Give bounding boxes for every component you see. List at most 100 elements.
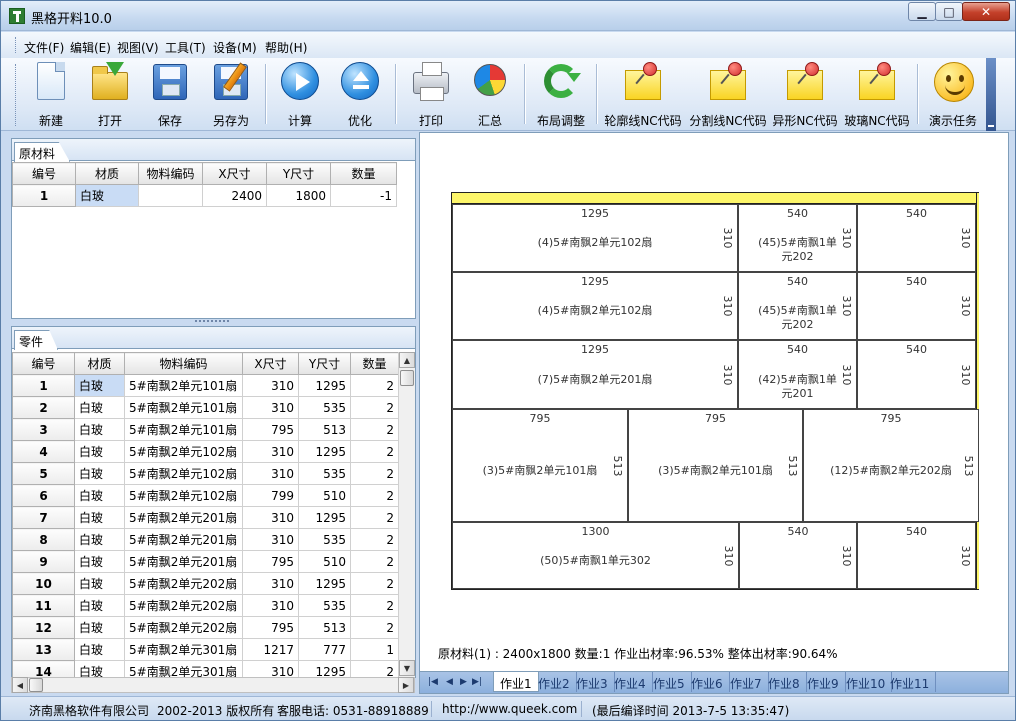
cell-id[interactable]: 3 (12, 418, 75, 441)
cell-y[interactable]: 1800 (266, 184, 331, 207)
cell-qty[interactable]: 2 (350, 418, 399, 441)
cell-id[interactable]: 1 (12, 184, 76, 207)
optimize-button[interactable]: 优化 (338, 62, 382, 128)
layout-part[interactable]: 795 (3)5#南飘2单元101扇 513 (452, 409, 628, 522)
cell-qty[interactable]: 2 (350, 528, 399, 551)
cell-material[interactable]: 白玻 (74, 418, 125, 441)
maximize-button[interactable]: □ (935, 2, 963, 21)
cell-code[interactable]: 5#南飘2单元102扇 (124, 484, 243, 507)
table-row[interactable]: 2 白玻 5#南飘2单元101扇 310 535 2 (12, 396, 399, 419)
cell-y[interactable]: 513 (298, 418, 351, 441)
scroll-down-button[interactable]: ▼ (399, 660, 415, 676)
layout-part[interactable]: 795 (3)5#南飘2单元101扇 513 (628, 409, 803, 522)
cell-id[interactable]: 12 (12, 616, 75, 639)
cell-x[interactable]: 795 (242, 550, 299, 573)
cell-qty[interactable]: 2 (350, 396, 399, 419)
cell-x[interactable]: 799 (242, 484, 299, 507)
cell-x[interactable]: 310 (242, 528, 299, 551)
cell-material[interactable]: 白玻 (74, 550, 125, 573)
cell-y[interactable]: 535 (298, 396, 351, 419)
menu-view[interactable]: 视图(V) (117, 39, 159, 56)
layout-part[interactable]: 1295 (4)5#南飘2单元102扇 310 (452, 204, 738, 272)
cell-qty[interactable]: 2 (350, 484, 399, 507)
title-bar[interactable]: 黑格开料10.0 ▁ □ ✕ (1, 1, 1015, 31)
cell-id[interactable]: 7 (12, 506, 75, 529)
menu-device[interactable]: 设备(M) (213, 39, 257, 56)
table-row[interactable]: 7 白玻 5#南飘2单元201扇 310 1295 2 (12, 506, 399, 529)
tab-job-8[interactable]: 作业8 (762, 672, 807, 692)
cell-code[interactable]: 5#南飘2单元202扇 (124, 594, 243, 617)
cell-id[interactable]: 10 (12, 572, 75, 595)
cell-material[interactable]: 白玻 (74, 506, 125, 529)
cell-code[interactable]: 5#南飘2单元301扇 (124, 638, 243, 661)
table-row[interactable]: 10 白玻 5#南飘2单元202扇 310 1295 2 (12, 572, 399, 595)
layout-part[interactable]: 1300 (50)5#南飘1单元302 310 (452, 522, 739, 589)
cell-x[interactable]: 310 (242, 462, 299, 485)
summary-button[interactable]: 汇总 (468, 61, 512, 128)
cell-qty[interactable]: 2 (350, 550, 399, 573)
cell-x[interactable]: 310 (242, 506, 299, 529)
cell-x[interactable]: 310 (242, 440, 299, 463)
cell-code[interactable]: 5#南飘2单元101扇 (124, 396, 243, 419)
cell-id[interactable]: 2 (12, 396, 75, 419)
cell-y[interactable]: 510 (298, 550, 351, 573)
layout-part[interactable]: 540 310 (857, 272, 976, 340)
layout-part[interactable]: 795 (12)5#南飘2单元202扇 513 (803, 409, 979, 522)
scroll-right-button[interactable]: ▶ (398, 677, 414, 693)
column-header-x[interactable]: X尺寸 (202, 162, 267, 185)
column-header-code[interactable]: 物料编码 (138, 162, 203, 185)
table-row[interactable]: 6 白玻 5#南飘2单元102扇 799 510 2 (12, 484, 399, 507)
column-header-y[interactable]: Y尺寸 (266, 162, 331, 185)
layout-part[interactable]: 540 (42)5#南飘1单元201 310 (738, 340, 857, 409)
cell-qty[interactable]: 2 (350, 506, 399, 529)
cell-material[interactable]: 白玻 (74, 528, 125, 551)
table-row[interactable]: 11 白玻 5#南飘2单元202扇 310 535 2 (12, 594, 399, 617)
menu-edit[interactable]: 编辑(E) (70, 39, 111, 56)
cell-qty[interactable]: 2 (350, 616, 399, 639)
table-row[interactable]: 4 白玻 5#南飘2单元102扇 310 1295 2 (12, 440, 399, 463)
cell-x[interactable]: 795 (242, 616, 299, 639)
cell-id[interactable]: 13 (12, 638, 75, 661)
cell-x[interactable]: 2400 (202, 184, 267, 207)
cell-code[interactable]: 5#南飘2单元102扇 (124, 462, 243, 485)
cell-id[interactable]: 1 (12, 374, 75, 397)
table-row[interactable]: 9 白玻 5#南飘2单元201扇 795 510 2 (12, 550, 399, 573)
cell-code[interactable]: 5#南飘2单元201扇 (124, 528, 243, 551)
cell-x[interactable]: 310 (242, 396, 299, 419)
first-page-icon[interactable]: |◀ (428, 677, 438, 687)
status-url[interactable]: http://www.queek.com (442, 702, 577, 716)
cell-x[interactable]: 310 (242, 572, 299, 595)
table-row[interactable]: 5 白玻 5#南飘2单元102扇 310 535 2 (12, 462, 399, 485)
cell-material[interactable]: 白玻 (74, 638, 125, 661)
menu-file[interactable]: 文件(F) (24, 39, 64, 56)
cell-code[interactable] (138, 184, 203, 207)
cell-x[interactable]: 795 (242, 418, 299, 441)
layout-part[interactable]: 540 (45)5#南飘1单元202 310 (738, 272, 857, 340)
column-header-material[interactable]: 材质 (75, 162, 139, 185)
demo-task-button[interactable]: 演示任务 (923, 62, 983, 128)
column-header-material[interactable]: 材质 (74, 352, 125, 375)
cell-qty[interactable]: 2 (350, 572, 399, 595)
table-row[interactable]: 13 白玻 5#南飘2单元301扇 1217 777 1 (12, 638, 399, 661)
table-row[interactable]: 3 白玻 5#南飘2单元101扇 795 513 2 (12, 418, 399, 441)
scroll-up-button[interactable]: ▲ (399, 352, 415, 368)
table-row[interactable]: 1 白玻 5#南飘2单元101扇 310 1295 2 (12, 374, 399, 397)
column-header-code[interactable]: 物料编码 (124, 352, 243, 375)
parts-horizontal-scrollbar[interactable]: ◀ ▶ (11, 677, 415, 693)
cell-y[interactable]: 535 (298, 528, 351, 551)
cell-x[interactable]: 310 (242, 374, 299, 397)
compute-button[interactable]: 计算 (278, 62, 322, 128)
contour-nc-button[interactable]: 轮廓线NC代码 (603, 62, 683, 128)
cell-code[interactable]: 5#南飘2单元102扇 (124, 440, 243, 463)
cell-material[interactable]: 白玻 (75, 184, 139, 207)
cell-material[interactable]: 白玻 (74, 462, 125, 485)
cell-qty[interactable]: 2 (350, 374, 399, 397)
layout-part[interactable]: 1295 (4)5#南飘2单元102扇 310 (452, 272, 738, 340)
cell-code[interactable]: 5#南飘2单元201扇 (124, 550, 243, 573)
tab-job-6[interactable]: 作业6 (685, 672, 730, 692)
cell-x[interactable]: 1217 (242, 638, 299, 661)
cell-material[interactable]: 白玻 (74, 616, 125, 639)
cell-y[interactable]: 1295 (298, 506, 351, 529)
cell-material[interactable]: 白玻 (74, 484, 125, 507)
cell-id[interactable]: 8 (12, 528, 75, 551)
